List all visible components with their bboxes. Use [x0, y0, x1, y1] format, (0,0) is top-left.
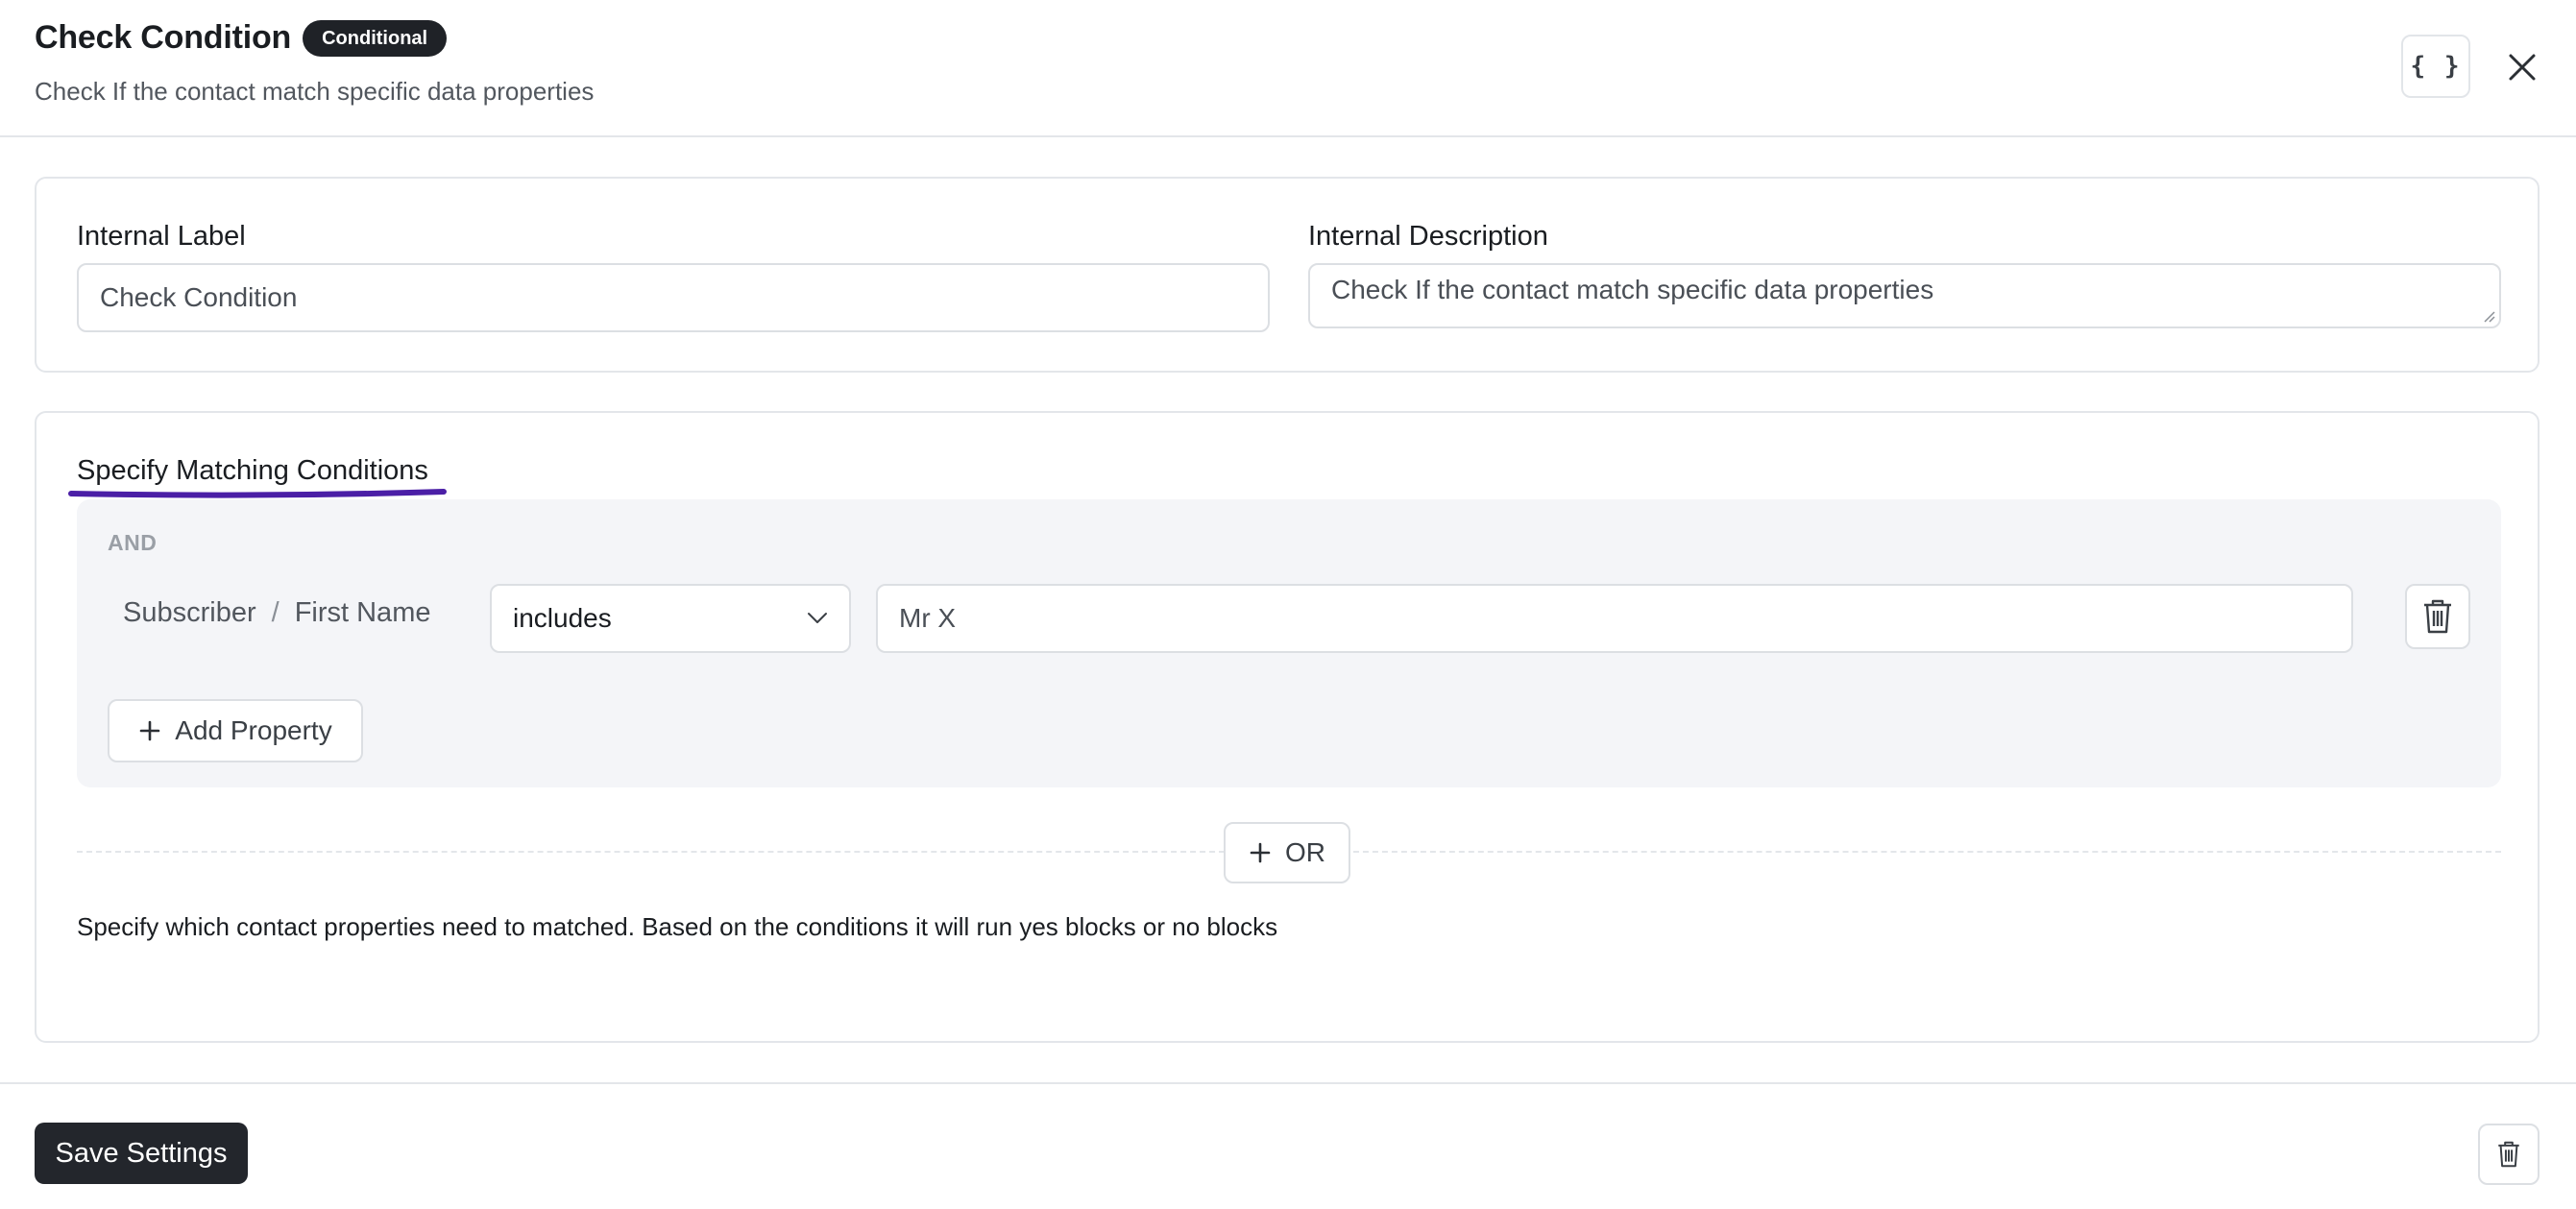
- internal-label-heading: Internal Label: [77, 221, 246, 252]
- internal-label-input[interactable]: Check Condition: [77, 263, 1270, 332]
- group-operator: AND: [108, 530, 158, 555]
- internal-description-heading: Internal Description: [1308, 221, 1548, 252]
- property-group: Subscriber: [123, 597, 256, 628]
- modal-subtitle: Check If the contact match specific data…: [35, 77, 595, 106]
- modal-header: Check Condition Conditional Check If the…: [0, 0, 2576, 137]
- close-icon: [2509, 54, 2536, 81]
- condition-value-input[interactable]: Mr X: [876, 584, 2353, 653]
- conditions-card: Specify Matching Conditions AND Subscrib…: [35, 411, 2540, 1043]
- operator-value: includes: [513, 603, 612, 633]
- condition-value: Mr X: [899, 603, 957, 633]
- code-braces-icon: { }: [2410, 52, 2462, 81]
- conditions-title: Specify Matching Conditions: [77, 455, 428, 486]
- settings-card: Internal Label Check Condition Internal …: [35, 177, 2540, 373]
- type-badge: Conditional: [303, 19, 448, 57]
- conditions-helper-text: Specify which contact properties need to…: [77, 912, 1278, 941]
- or-label: OR: [1285, 837, 1325, 867]
- delete-rule-button[interactable]: [2405, 584, 2470, 649]
- close-button[interactable]: [2497, 42, 2547, 92]
- plus-icon: [139, 720, 160, 741]
- trash-icon: [2498, 1141, 2519, 1168]
- internal-description-value: Check If the contact match specific data…: [1331, 275, 1934, 304]
- modal-title: Check Condition: [35, 19, 292, 56]
- condition-group: AND Subscriber / First Name includes Mr …: [77, 499, 2501, 787]
- save-settings-button[interactable]: Save Settings: [35, 1123, 248, 1184]
- resize-grip-icon[interactable]: [2480, 307, 2495, 323]
- title-underline: [68, 489, 447, 498]
- title-row: Check Condition Conditional: [35, 19, 448, 57]
- trash-icon: [2424, 599, 2451, 634]
- footer-divider: [0, 1082, 2576, 1084]
- property-path[interactable]: Subscriber / First Name: [123, 597, 430, 629]
- add-or-group-button[interactable]: OR: [1224, 822, 1350, 883]
- delete-block-button[interactable]: [2478, 1124, 2540, 1185]
- chevron-down-icon: [808, 613, 827, 623]
- add-property-button[interactable]: Add Property: [108, 699, 363, 762]
- property-name: First Name: [294, 597, 431, 628]
- operator-select[interactable]: includes: [490, 584, 851, 653]
- plus-icon: [1250, 842, 1271, 863]
- add-property-label: Add Property: [175, 715, 332, 745]
- internal-description-textarea[interactable]: Check If the contact match specific data…: [1308, 263, 2501, 328]
- property-separator: /: [271, 597, 279, 628]
- code-view-button[interactable]: { }: [2401, 35, 2470, 98]
- internal-label-value: Check Condition: [100, 282, 298, 312]
